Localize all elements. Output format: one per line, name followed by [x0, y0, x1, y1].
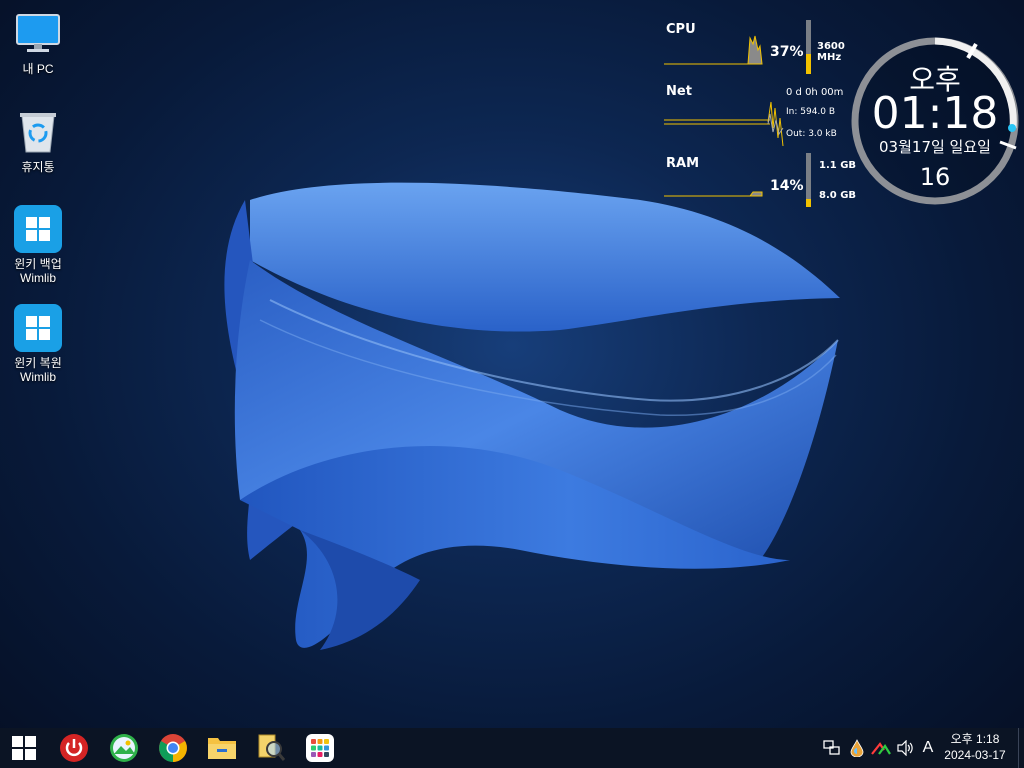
- tray-clock[interactable]: 오후 1:18 2024-03-17: [938, 731, 1012, 763]
- net-out: Out: 3.0 kB: [786, 129, 837, 139]
- ram-title: RAM: [666, 156, 700, 171]
- cpu-percent: 37%: [770, 44, 804, 60]
- power-icon: [60, 734, 88, 762]
- net-graph: [664, 101, 784, 147]
- clock-seconds: 16: [919, 163, 951, 191]
- clock-widget: 오후 01:18 03월17일 일요일 16: [850, 36, 1020, 206]
- water-drop-icon: [850, 739, 864, 757]
- search-tool-button[interactable]: [255, 732, 287, 764]
- net-title: Net: [666, 84, 692, 99]
- ime-label: A: [922, 739, 934, 756]
- desktop-icon-label: 윈키 백업: [14, 257, 62, 271]
- ram-graph: [664, 191, 763, 197]
- desktop-icon-my-pc[interactable]: 내 PC: [6, 10, 70, 76]
- show-desktop-button[interactable]: [1018, 728, 1024, 768]
- image-viewer-button[interactable]: [108, 732, 140, 764]
- arrow-tray-icon[interactable]: [871, 728, 891, 768]
- start-button[interactable]: [8, 732, 40, 764]
- volume-tray-icon[interactable]: [895, 728, 915, 768]
- recycle-bin-icon: [14, 108, 62, 156]
- ram-level-fill: [806, 199, 811, 207]
- cpu-graph: [664, 35, 763, 65]
- desktop-icon-label: 내 PC: [22, 62, 54, 76]
- clock-date: 03월17일 일요일: [879, 138, 991, 156]
- net-meter-widget: Net 0 d 0h 00m In: 594.0 B Out: 3.0 kB: [662, 80, 872, 150]
- ram-level-bar: [806, 153, 811, 207]
- clock-time: 01:18: [871, 88, 999, 139]
- network-icon: [823, 740, 840, 755]
- windows-logo-icon: [14, 304, 62, 352]
- windows-logo-icon: [14, 205, 62, 253]
- desktop-icon-label: 윈키 복원: [14, 356, 62, 370]
- desktop-icon-sublabel: Wimlib: [20, 271, 56, 285]
- network-tray-icon[interactable]: [822, 728, 842, 768]
- monitor-icon: [14, 10, 62, 58]
- cpu-level-fill: [806, 54, 811, 74]
- power-button[interactable]: [58, 732, 90, 764]
- ram-percent: 14%: [770, 178, 804, 194]
- desktop-icon-sublabel: Wimlib: [20, 370, 56, 384]
- app-grid-icon: [306, 734, 334, 762]
- windows-logo-icon: [12, 736, 36, 760]
- desktop-icon-winkey-restore[interactable]: 윈키 복원 Wimlib: [6, 304, 70, 384]
- desktop-icon-label: 휴지통: [21, 160, 55, 174]
- drop-tray-icon[interactable]: [847, 728, 867, 768]
- net-in: In: 594.0 B: [786, 107, 836, 117]
- file-explorer-button[interactable]: [206, 732, 238, 764]
- taskbar: A 오후 1:18 2024-03-17: [0, 728, 1024, 768]
- desktop-icon-recycle-bin[interactable]: 휴지통: [6, 108, 70, 174]
- up-arrows-icon: [871, 742, 891, 755]
- cpu-level-bar: [806, 20, 811, 74]
- photo-icon: [110, 734, 138, 762]
- net-uptime: 0 d 0h 00m: [786, 87, 844, 98]
- tray-date: 2024-03-17: [944, 748, 1006, 762]
- chrome-icon: [159, 734, 187, 762]
- app-launcher-button[interactable]: [304, 732, 336, 764]
- desktop-icon-winkey-backup[interactable]: 윈키 백업 Wimlib: [6, 205, 70, 285]
- magnifier-icon: [258, 734, 286, 761]
- chrome-button[interactable]: [157, 732, 189, 764]
- speaker-icon: [897, 740, 913, 756]
- tray-time: 오후 1:18: [950, 732, 1000, 746]
- ime-indicator[interactable]: A: [918, 728, 938, 768]
- ram-meter-widget: RAM 14% 1.1 GB 8.0 GB: [662, 150, 872, 210]
- cpu-meter-widget: CPU 37% 3600 MHz: [662, 18, 872, 78]
- folder-icon: [208, 738, 236, 759]
